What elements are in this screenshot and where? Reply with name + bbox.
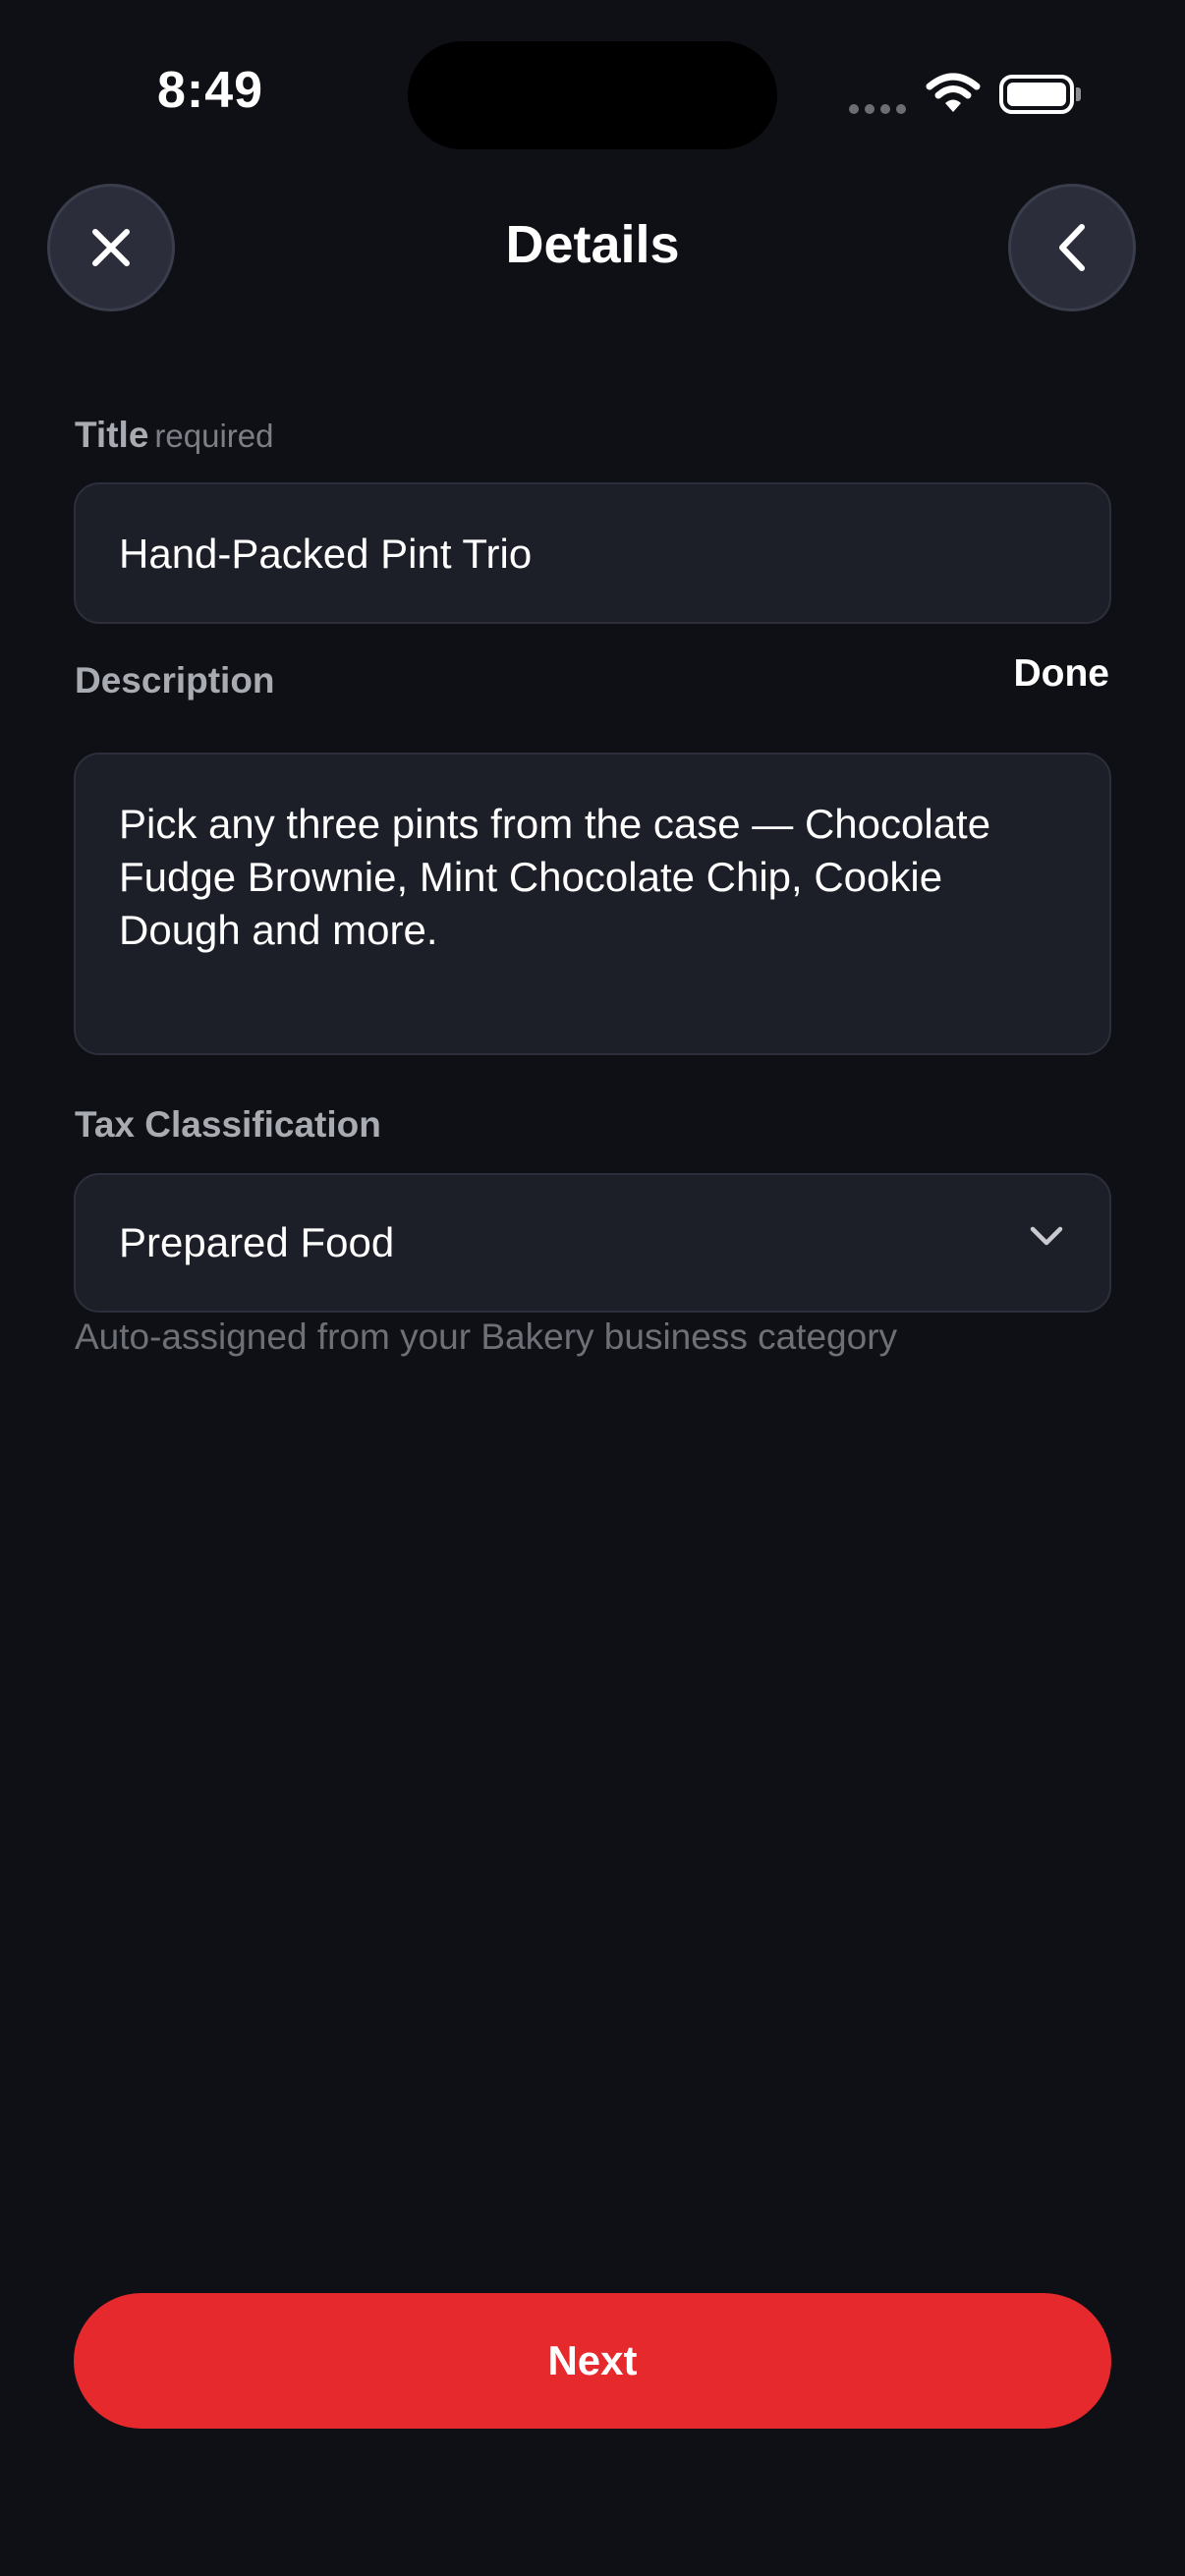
description-label: Description xyxy=(75,660,275,700)
required-hint: required xyxy=(154,418,274,454)
title-label: Title required xyxy=(75,415,273,456)
status-bar: 8:49 xyxy=(0,0,1185,187)
chevron-down-icon xyxy=(1030,1226,1063,1246)
back-button[interactable] xyxy=(1008,184,1136,311)
next-button[interactable]: Next xyxy=(74,2293,1111,2429)
tax-helper-text: Auto-assigned from your Bakery business … xyxy=(75,1316,898,1357)
chevron-left-icon xyxy=(1059,224,1085,271)
tax-classification-value: Prepared Food xyxy=(119,1219,395,1265)
wifi-icon xyxy=(926,73,981,119)
status-time: 8:49 xyxy=(157,62,264,119)
title-label-text: Title xyxy=(75,415,149,455)
tax-classification-select[interactable]: Prepared Food xyxy=(74,1173,1111,1313)
cellular-signal-icon xyxy=(849,104,906,114)
title-input-value: Hand-Packed Pint Trio xyxy=(119,531,533,577)
title-input[interactable]: Hand-Packed Pint Trio xyxy=(74,482,1111,624)
done-button[interactable]: Done xyxy=(1014,652,1110,696)
description-textarea-value: Pick any three pints from the case — Cho… xyxy=(119,801,991,953)
dynamic-island xyxy=(408,41,777,149)
description-textarea[interactable]: Pick any three pints from the case — Cho… xyxy=(74,753,1111,1055)
tax-classification-label: Tax Classification xyxy=(75,1104,381,1145)
battery-tip xyxy=(1076,87,1081,101)
battery-icon xyxy=(999,75,1074,114)
